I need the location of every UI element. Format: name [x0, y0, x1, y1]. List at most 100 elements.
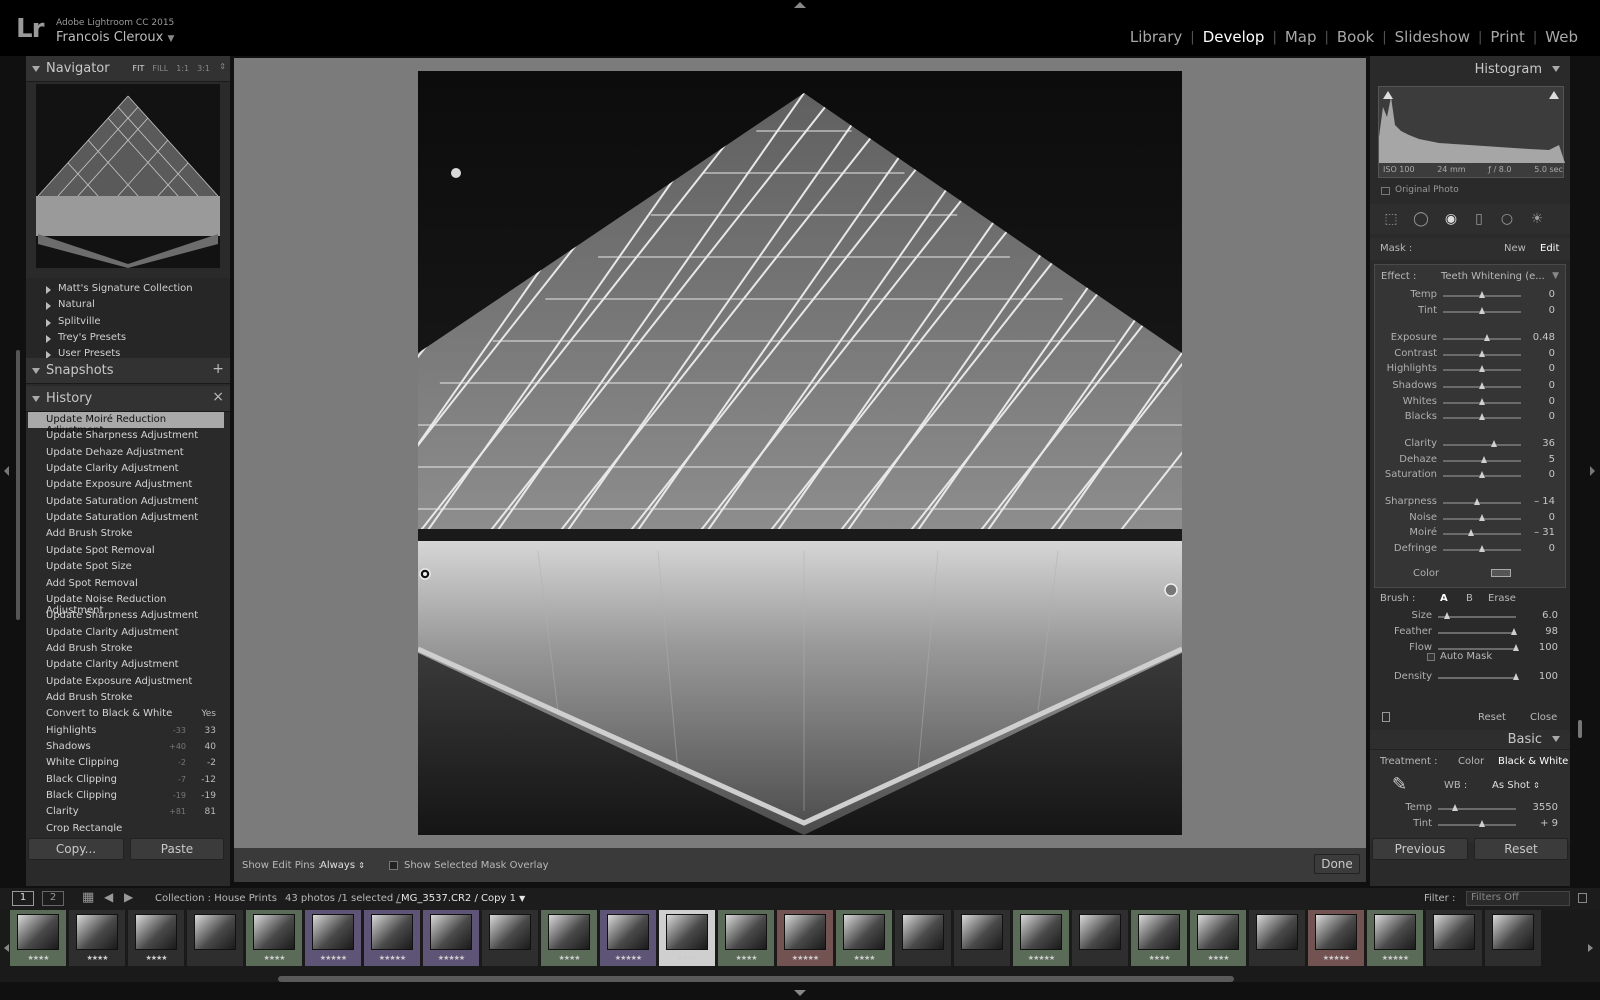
- filmstrip-thumbnail[interactable]: [1072, 910, 1128, 966]
- slider-whites[interactable]: Whites 0: [1375, 396, 1567, 410]
- history-item[interactable]: Update Sharpness Adjustment: [28, 608, 224, 624]
- filmstrip-thumbnail[interactable]: ★★★★★: [364, 910, 420, 966]
- history-item[interactable]: Update Clarity Adjustment: [28, 461, 224, 477]
- history-item[interactable]: Add Brush Stroke: [28, 526, 224, 542]
- filmstrip-thumbnail[interactable]: [1426, 910, 1482, 966]
- filmstrip-thumbnail[interactable]: ★★★★: [69, 910, 125, 966]
- slider-track[interactable]: [1438, 677, 1516, 679]
- filter-lock-icon[interactable]: [1578, 893, 1587, 903]
- file-name-dropdown[interactable]: _MG_3537.CR2 / Copy 1 ▼: [396, 893, 525, 904]
- filmstrip-thumbnail[interactable]: ★★★★: [10, 910, 66, 966]
- slider-knob[interactable]: [1444, 612, 1451, 619]
- history-item[interactable]: Update Spot Removal: [28, 543, 224, 559]
- slider-sharpness[interactable]: Sharpness – 14: [1375, 496, 1567, 510]
- module-print[interactable]: Print: [1482, 28, 1533, 46]
- effect-preset-select[interactable]: Teeth Whitening (e...: [1441, 271, 1545, 282]
- filmstrip-thumbnail[interactable]: ★★★★★: [600, 910, 656, 966]
- slider-moir[interactable]: Moiré – 31: [1375, 527, 1567, 541]
- filmstrip-thumbnail[interactable]: ★★★★★: [1367, 910, 1423, 966]
- paste-button[interactable]: Paste: [130, 838, 224, 860]
- spot-removal-icon[interactable]: ◯: [1412, 210, 1430, 228]
- filmstrip-thumbnail[interactable]: ★★★★: [128, 910, 184, 966]
- filmstrip-thumbnail[interactable]: ★★★★: [718, 910, 774, 966]
- history-item[interactable]: Shadows +40 40: [28, 739, 224, 755]
- filmstrip-thumbnail[interactable]: ★★★★: [659, 910, 715, 966]
- color-swatch[interactable]: [1491, 569, 1511, 577]
- zoom-stepper-icon[interactable]: ⇕: [219, 62, 226, 71]
- slider-track[interactable]: [1443, 338, 1521, 340]
- second-window-button[interactable]: 2: [42, 891, 64, 906]
- wb-select[interactable]: As Shot ⇕: [1492, 780, 1540, 791]
- zoom-3-1[interactable]: 3:1: [197, 64, 210, 73]
- navigator-preview[interactable]: [36, 84, 220, 268]
- filmstrip-thumbnail[interactable]: ★★★★★: [777, 910, 833, 966]
- history-item[interactable]: White Clipping -2 -2: [28, 755, 224, 771]
- collapse-top-panel-icon[interactable]: [794, 2, 806, 8]
- history-header[interactable]: History ×: [26, 386, 230, 412]
- preset-folder[interactable]: Splitville: [26, 315, 230, 331]
- filmstrip-thumbnail[interactable]: [954, 910, 1010, 966]
- auto-mask-checkbox[interactable]: [1427, 653, 1435, 661]
- filmstrip-thumbnail[interactable]: [482, 910, 538, 966]
- slider-shadows[interactable]: Shadows 0: [1375, 380, 1567, 394]
- history-item[interactable]: Update Sharpness Adjustment: [28, 428, 224, 444]
- collapse-right-panel-icon[interactable]: [1590, 466, 1595, 476]
- zoom-fill[interactable]: FILL: [152, 64, 168, 73]
- toggle-switch-icon[interactable]: [1382, 712, 1390, 722]
- filmstrip-scroll-left-icon[interactable]: [4, 944, 9, 952]
- brush-erase-tab[interactable]: Erase: [1488, 593, 1516, 604]
- slider-knob[interactable]: [1474, 498, 1481, 505]
- history-item[interactable]: Update Moiré Reduction Adjustment: [28, 412, 224, 436]
- history-item[interactable]: Black Clipping -19 -19: [28, 788, 224, 804]
- filmstrip-thumbnail[interactable]: [895, 910, 951, 966]
- navigator-header[interactable]: Navigator FIT FILL 1:1 3:1 ⇕: [26, 56, 230, 82]
- history-item[interactable]: Add Spot Removal: [28, 576, 224, 592]
- radial-filter-icon[interactable]: ○: [1498, 210, 1516, 228]
- history-item[interactable]: Update Clarity Adjustment: [28, 625, 224, 641]
- module-develop[interactable]: Develop: [1195, 28, 1273, 46]
- zoom-fit[interactable]: FIT: [133, 64, 145, 73]
- history-item[interactable]: Update Clarity Adjustment: [28, 657, 224, 673]
- slider-knob[interactable]: [1479, 365, 1485, 372]
- history-item[interactable]: Convert to Black & White Yes: [28, 706, 224, 722]
- module-map[interactable]: Map: [1277, 28, 1325, 46]
- slider-knob[interactable]: [1479, 350, 1485, 357]
- history-item[interactable]: Add Brush Stroke: [28, 690, 224, 706]
- zoom-1-1[interactable]: 1:1: [176, 64, 189, 73]
- preset-folder[interactable]: Trey's Presets: [26, 331, 230, 347]
- brush-close-button[interactable]: Close: [1530, 712, 1557, 723]
- slider-highlights[interactable]: Highlights 0: [1375, 363, 1567, 377]
- history-item[interactable]: Update Spot Size: [28, 559, 224, 575]
- filmstrip-thumbnail[interactable]: ★★★★: [1190, 910, 1246, 966]
- slider-knob[interactable]: [1479, 307, 1485, 314]
- slider-knob[interactable]: [1479, 413, 1485, 420]
- slider-knob[interactable]: [1479, 471, 1485, 478]
- back-arrow-icon[interactable]: ◀: [104, 890, 113, 904]
- filmstrip-thumbnail[interactable]: [1485, 910, 1541, 966]
- filmstrip-thumbnail[interactable]: ★★★★★: [423, 910, 479, 966]
- history-item[interactable]: Update Saturation Adjustment: [28, 494, 224, 510]
- slider-track[interactable]: [1438, 632, 1516, 634]
- slider-noise[interactable]: Noise 0: [1375, 512, 1567, 526]
- slider-track[interactable]: [1438, 648, 1516, 650]
- histogram-graph[interactable]: ISO 100 24 mm ƒ / 8.0 5.0 sec: [1378, 86, 1565, 178]
- filter-select[interactable]: Filters Off: [1466, 891, 1570, 906]
- slider-knob[interactable]: [1479, 291, 1485, 298]
- slider-contrast[interactable]: Contrast 0: [1375, 348, 1567, 362]
- forward-arrow-icon[interactable]: ▶: [124, 890, 133, 904]
- identity-plate[interactable]: Francois Cleroux ▼: [56, 30, 174, 45]
- right-panel-scrollbar[interactable]: [1578, 720, 1582, 738]
- mask-new-button[interactable]: New: [1504, 243, 1526, 254]
- filmstrip-thumbnail[interactable]: [1249, 910, 1305, 966]
- original-photo-checkbox[interactable]: [1381, 187, 1390, 195]
- slider-knob[interactable]: [1483, 334, 1490, 341]
- slider-knob[interactable]: [1511, 628, 1518, 635]
- slider-size[interactable]: Size 6.0: [1370, 610, 1570, 624]
- slider-temp[interactable]: Temp 3550: [1370, 802, 1570, 816]
- history-item[interactable]: Clarity +81 81: [28, 804, 224, 820]
- module-web[interactable]: Web: [1537, 28, 1586, 46]
- mask-overlay-checkbox[interactable]: [389, 861, 398, 870]
- slider-knob[interactable]: [1452, 804, 1459, 811]
- preset-folder[interactable]: Matt's Signature Collection: [26, 282, 230, 298]
- filmstrip-thumbnail[interactable]: ★★★★: [1131, 910, 1187, 966]
